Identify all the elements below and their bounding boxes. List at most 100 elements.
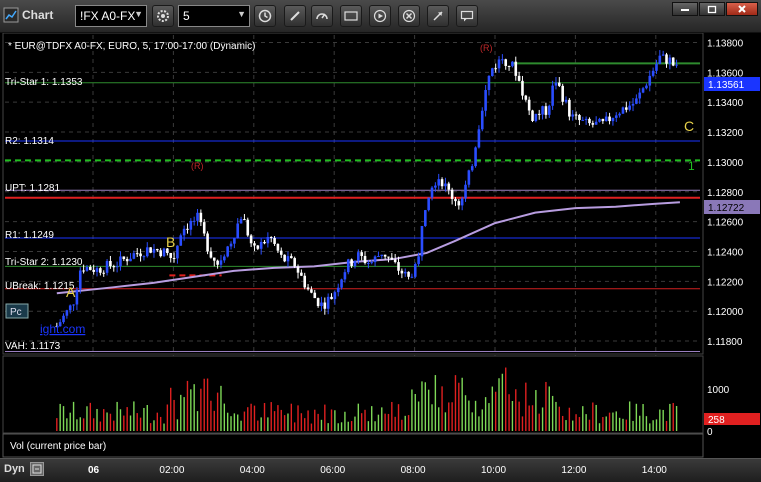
candle-body <box>558 82 561 86</box>
candle-body <box>645 85 648 89</box>
candle-body <box>172 257 176 259</box>
candle-body <box>534 113 538 121</box>
candle-body <box>196 212 199 221</box>
candle-body <box>417 256 420 264</box>
candle-body <box>574 114 578 116</box>
candle-body <box>427 197 430 211</box>
candle-body <box>611 117 615 122</box>
close-icon[interactable] <box>726 2 758 16</box>
price-tick-label: 1.12400 <box>707 247 744 258</box>
candle-body <box>182 228 186 236</box>
settings-icon[interactable] <box>152 5 174 27</box>
last-price-badge-text: 1.13561 <box>708 80 745 91</box>
candle-body <box>343 272 347 280</box>
candle-body <box>273 238 276 244</box>
candle-body <box>360 252 363 256</box>
volume-badge-text: 258 <box>708 415 725 426</box>
candle-body <box>316 298 320 307</box>
candle-body <box>226 246 229 257</box>
candle-body <box>306 287 310 290</box>
display-icon[interactable] <box>340 5 362 27</box>
volume-panel-label: Vol (current price bar) <box>10 441 106 452</box>
candle-body <box>109 260 112 267</box>
candle-body <box>507 65 511 67</box>
candle-body <box>239 219 243 224</box>
time-tick-label: 14:00 <box>642 465 667 476</box>
time-tick-label: 06:00 <box>320 465 345 476</box>
candle-body <box>383 254 387 257</box>
candle-body <box>186 228 189 230</box>
candle-body <box>78 270 82 290</box>
candle-body <box>357 252 360 261</box>
arrows-icon[interactable] <box>427 5 449 27</box>
candle-body <box>119 256 122 267</box>
candle-body <box>179 235 183 246</box>
play-icon[interactable] <box>369 5 391 27</box>
candle-body <box>578 115 581 121</box>
candle-body <box>323 302 327 309</box>
candle-body <box>601 118 605 122</box>
candle-body <box>537 113 541 115</box>
pattern-label-r-top: (R) <box>480 43 493 53</box>
candle-body <box>95 268 99 272</box>
candle-body <box>598 118 601 122</box>
restore-icon[interactable] <box>699 2 725 16</box>
candle-body <box>72 304 75 306</box>
candle-body <box>494 68 497 70</box>
candle-body <box>444 183 447 187</box>
cross-icon[interactable] <box>398 5 420 27</box>
candle-body <box>249 235 253 244</box>
candle-body <box>460 198 464 206</box>
candle-body <box>363 255 367 264</box>
symbol-selector[interactable]: !FX A0-FX ▼ <box>75 5 147 27</box>
candle-body <box>75 289 79 305</box>
volume-pane <box>2 355 704 434</box>
time-tick-label: 04:00 <box>240 465 265 476</box>
pattern-label-a: A <box>66 284 76 300</box>
candle-body <box>571 114 575 117</box>
candle-body <box>564 99 568 102</box>
candle-body <box>457 201 461 206</box>
clock-icon[interactable] <box>254 5 276 27</box>
price-tick-label: 1.13000 <box>707 158 744 169</box>
time-tick-label: 02:00 <box>159 465 184 476</box>
candle-body <box>491 68 494 76</box>
candle-body <box>403 271 407 274</box>
candle-body <box>219 260 223 265</box>
candle-body <box>149 247 152 253</box>
candle-body <box>283 254 286 262</box>
candle-body <box>407 271 410 277</box>
symbol-value: !FX A0-FX <box>80 9 136 23</box>
price-tick-label: 1.13800 <box>707 38 744 49</box>
level-label-r1: R1: 1.1249 <box>5 230 54 241</box>
level-label-tristar1: Tri-Star 1: 1.1353 <box>5 77 83 88</box>
candle-body <box>625 107 628 110</box>
candle-body <box>293 258 296 267</box>
candle-body <box>209 251 213 258</box>
candle-body <box>665 54 668 64</box>
time-tick-label: 12:00 <box>561 465 586 476</box>
candle-body <box>139 253 142 257</box>
candle-body <box>296 266 300 273</box>
candle-body <box>568 99 571 117</box>
candle-body <box>135 253 139 255</box>
price-tick-label: 1.13400 <box>707 98 744 109</box>
candle-body <box>454 198 457 202</box>
candle-body <box>604 116 608 122</box>
price-chart[interactable]: * EUR@TDFX A0-FX, EURO, 5, 17:00-17:00 (… <box>0 33 761 458</box>
candle-body <box>440 179 444 187</box>
speedometer-icon[interactable] <box>311 5 333 27</box>
minimize-icon[interactable] <box>672 2 698 16</box>
candle-body <box>521 80 524 96</box>
candle-body <box>367 262 370 264</box>
candle-body <box>484 90 487 111</box>
comment-icon[interactable] <box>456 5 478 27</box>
pencil-icon[interactable] <box>284 5 306 27</box>
candle-body <box>524 95 528 100</box>
interval-selector[interactable]: 5 ▼ <box>178 5 250 27</box>
candle-body <box>641 88 645 93</box>
ma-price-badge-text: 1.12722 <box>708 203 745 214</box>
candle-body <box>464 184 467 199</box>
candle-body <box>501 59 504 61</box>
candle-body <box>253 243 256 246</box>
